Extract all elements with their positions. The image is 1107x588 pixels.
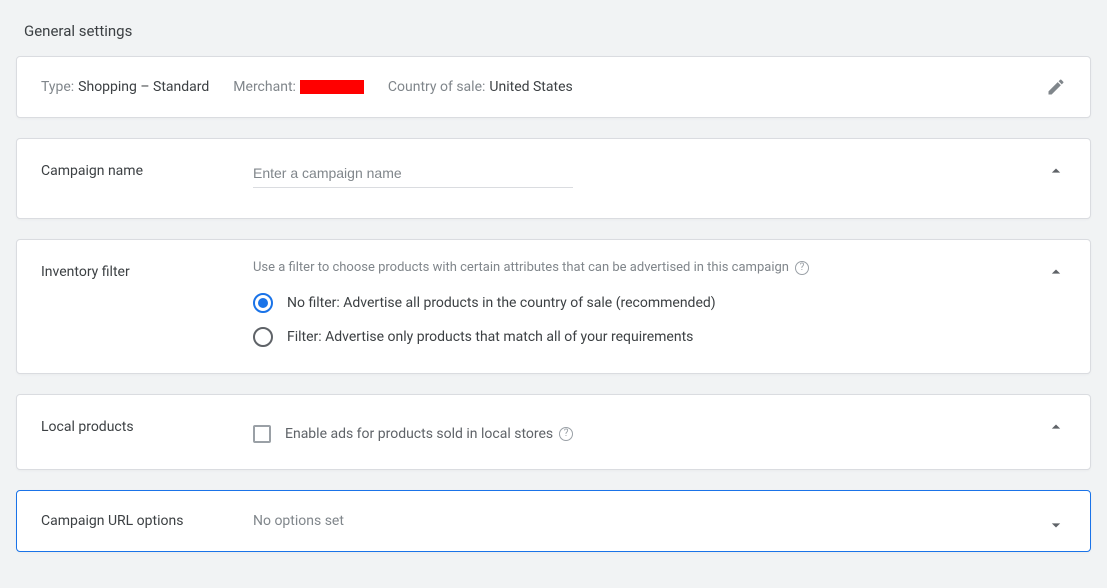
inventory-filter-label: Inventory filter xyxy=(41,260,253,280)
local-products-check-label: Enable ads for products sold in local st… xyxy=(285,426,573,442)
campaign-name-label: Campaign name xyxy=(41,159,253,179)
summary-row: Type: Shopping – Standard Merchant: Coun… xyxy=(17,57,1090,117)
chevron-up-icon[interactable] xyxy=(1046,262,1066,282)
country-label: Country of sale: xyxy=(388,79,485,95)
campaign-name-card: Campaign name xyxy=(16,138,1091,219)
local-products-card: Local products Enable ads for products s… xyxy=(16,394,1091,470)
campaign-name-row: Campaign name xyxy=(17,139,1090,218)
chevron-up-icon[interactable] xyxy=(1046,161,1066,181)
merchant-value-redacted xyxy=(300,80,364,94)
radio-no-filter-control[interactable] xyxy=(253,293,273,313)
campaign-url-options-value: No options set xyxy=(253,513,344,529)
inventory-filter-card: Inventory filter Use a filter to choose … xyxy=(16,239,1091,374)
radio-filter[interactable]: Filter: Advertise only products that mat… xyxy=(253,327,1066,347)
campaign-name-input[interactable] xyxy=(253,159,573,188)
inventory-filter-hint-text: Use a filter to choose products with cer… xyxy=(253,260,789,275)
help-icon[interactable]: ? xyxy=(559,427,573,441)
type-label: Type: xyxy=(41,79,74,95)
page-title: General settings xyxy=(24,22,1091,40)
campaign-url-options-label: Campaign URL options xyxy=(41,513,253,529)
local-products-label: Local products xyxy=(41,415,253,435)
radio-no-filter-label: No filter: Advertise all products in the… xyxy=(287,295,716,311)
pencil-icon[interactable] xyxy=(1046,77,1066,97)
type-value: Shopping – Standard xyxy=(78,79,209,95)
campaign-url-options-row[interactable]: Campaign URL options No options set xyxy=(17,491,1090,551)
campaign-url-options-card[interactable]: Campaign URL options No options set xyxy=(16,490,1091,552)
summary-country: Country of sale: United States xyxy=(388,79,573,95)
country-value: United States xyxy=(489,79,572,95)
inventory-filter-hint: Use a filter to choose products with cer… xyxy=(253,260,1066,275)
local-products-check-text: Enable ads for products sold in local st… xyxy=(285,426,553,442)
radio-filter-label: Filter: Advertise only products that mat… xyxy=(287,329,693,345)
inventory-filter-row: Inventory filter Use a filter to choose … xyxy=(17,240,1090,373)
local-products-checkbox[interactable] xyxy=(253,425,271,443)
radio-filter-control[interactable] xyxy=(253,327,273,347)
merchant-label: Merchant: xyxy=(233,79,296,95)
summary-merchant: Merchant: xyxy=(233,79,364,95)
chevron-down-icon[interactable] xyxy=(1046,515,1066,535)
chevron-up-icon[interactable] xyxy=(1046,417,1066,437)
radio-no-filter[interactable]: No filter: Advertise all products in the… xyxy=(253,293,1066,313)
summary-type: Type: Shopping – Standard xyxy=(41,79,209,95)
local-products-check-line[interactable]: Enable ads for products sold in local st… xyxy=(253,425,1066,443)
local-products-row: Local products Enable ads for products s… xyxy=(17,395,1090,469)
help-icon[interactable]: ? xyxy=(795,261,809,275)
summary-card: Type: Shopping – Standard Merchant: Coun… xyxy=(16,56,1091,118)
